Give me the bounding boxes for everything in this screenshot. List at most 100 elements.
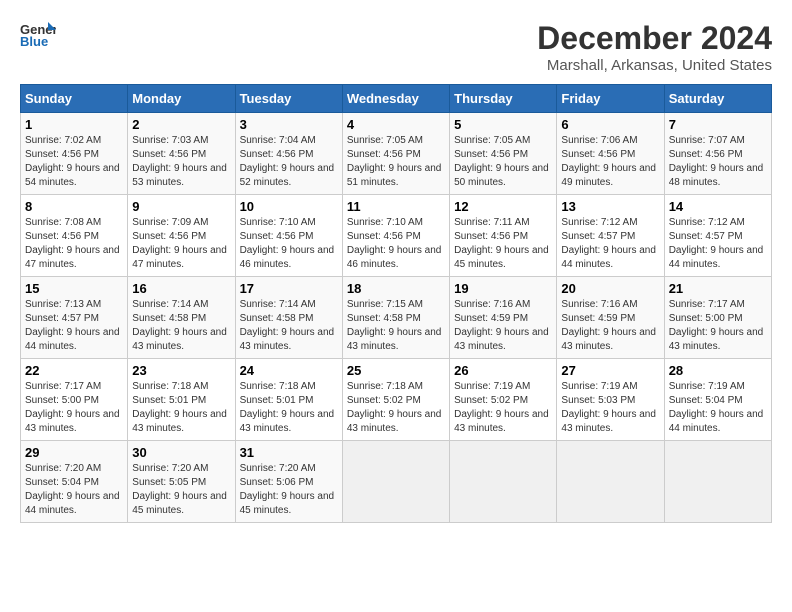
day-info: Sunrise: 7:14 AM Sunset: 4:58 PM Dayligh…: [132, 298, 230, 354]
calendar-cell: 4 Sunrise: 7:05 AM Sunset: 4:56 PM Dayli…: [342, 113, 449, 195]
day-info: Sunrise: 7:20 AM Sunset: 5:05 PM Dayligh…: [132, 462, 230, 518]
day-info: Sunrise: 7:12 AM Sunset: 4:57 PM Dayligh…: [669, 216, 767, 272]
calendar-cell: 25 Sunrise: 7:18 AM Sunset: 5:02 PM Dayl…: [342, 359, 449, 441]
day-info: Sunrise: 7:20 AM Sunset: 5:04 PM Dayligh…: [25, 462, 123, 518]
calendar-cell: 17 Sunrise: 7:14 AM Sunset: 4:58 PM Dayl…: [235, 277, 342, 359]
calendar-cell: 6 Sunrise: 7:06 AM Sunset: 4:56 PM Dayli…: [557, 113, 664, 195]
day-number: 7: [669, 117, 767, 132]
calendar-cell: 5 Sunrise: 7:05 AM Sunset: 4:56 PM Dayli…: [450, 113, 557, 195]
calendar-cell: 30 Sunrise: 7:20 AM Sunset: 5:05 PM Dayl…: [128, 441, 235, 523]
calendar-cell: 20 Sunrise: 7:16 AM Sunset: 4:59 PM Dayl…: [557, 277, 664, 359]
calendar-cell: [557, 441, 664, 523]
calendar-cell: 31 Sunrise: 7:20 AM Sunset: 5:06 PM Dayl…: [235, 441, 342, 523]
weekday-header-thursday: Thursday: [450, 85, 557, 113]
day-info: Sunrise: 7:02 AM Sunset: 4:56 PM Dayligh…: [25, 134, 123, 190]
day-info: Sunrise: 7:16 AM Sunset: 4:59 PM Dayligh…: [561, 298, 659, 354]
day-info: Sunrise: 7:18 AM Sunset: 5:01 PM Dayligh…: [240, 380, 338, 436]
day-number: 18: [347, 281, 445, 296]
calendar-cell: 15 Sunrise: 7:13 AM Sunset: 4:57 PM Dayl…: [21, 277, 128, 359]
day-number: 16: [132, 281, 230, 296]
calendar-cell: 18 Sunrise: 7:15 AM Sunset: 4:58 PM Dayl…: [342, 277, 449, 359]
calendar-cell: 19 Sunrise: 7:16 AM Sunset: 4:59 PM Dayl…: [450, 277, 557, 359]
logo-icon: General Blue: [20, 20, 56, 48]
day-number: 29: [25, 445, 123, 460]
day-number: 11: [347, 199, 445, 214]
day-info: Sunrise: 7:16 AM Sunset: 4:59 PM Dayligh…: [454, 298, 552, 354]
day-number: 22: [25, 363, 123, 378]
calendar-cell: 16 Sunrise: 7:14 AM Sunset: 4:58 PM Dayl…: [128, 277, 235, 359]
day-info: Sunrise: 7:10 AM Sunset: 4:56 PM Dayligh…: [347, 216, 445, 272]
page-header: General Blue December 2024 Marshall, Ark…: [20, 20, 772, 74]
day-number: 21: [669, 281, 767, 296]
day-number: 23: [132, 363, 230, 378]
calendar-cell: 8 Sunrise: 7:08 AM Sunset: 4:56 PM Dayli…: [21, 195, 128, 277]
day-info: Sunrise: 7:10 AM Sunset: 4:56 PM Dayligh…: [240, 216, 338, 272]
calendar-cell: [450, 441, 557, 523]
day-number: 26: [454, 363, 552, 378]
day-info: Sunrise: 7:19 AM Sunset: 5:02 PM Dayligh…: [454, 380, 552, 436]
week-row-4: 22 Sunrise: 7:17 AM Sunset: 5:00 PM Dayl…: [21, 359, 772, 441]
calendar-cell: 23 Sunrise: 7:18 AM Sunset: 5:01 PM Dayl…: [128, 359, 235, 441]
day-info: Sunrise: 7:09 AM Sunset: 4:56 PM Dayligh…: [132, 216, 230, 272]
week-row-3: 15 Sunrise: 7:13 AM Sunset: 4:57 PM Dayl…: [21, 277, 772, 359]
day-info: Sunrise: 7:18 AM Sunset: 5:01 PM Dayligh…: [132, 380, 230, 436]
day-number: 19: [454, 281, 552, 296]
day-info: Sunrise: 7:03 AM Sunset: 4:56 PM Dayligh…: [132, 134, 230, 190]
logo: General Blue: [20, 20, 56, 48]
calendar-cell: 28 Sunrise: 7:19 AM Sunset: 5:04 PM Dayl…: [664, 359, 771, 441]
day-number: 5: [454, 117, 552, 132]
day-info: Sunrise: 7:18 AM Sunset: 5:02 PM Dayligh…: [347, 380, 445, 436]
day-info: Sunrise: 7:20 AM Sunset: 5:06 PM Dayligh…: [240, 462, 338, 518]
day-info: Sunrise: 7:13 AM Sunset: 4:57 PM Dayligh…: [25, 298, 123, 354]
day-number: 6: [561, 117, 659, 132]
calendar-cell: 14 Sunrise: 7:12 AM Sunset: 4:57 PM Dayl…: [664, 195, 771, 277]
calendar-table: SundayMondayTuesdayWednesdayThursdayFrid…: [20, 84, 772, 523]
day-info: Sunrise: 7:17 AM Sunset: 5:00 PM Dayligh…: [25, 380, 123, 436]
calendar-cell: 26 Sunrise: 7:19 AM Sunset: 5:02 PM Dayl…: [450, 359, 557, 441]
svg-text:Blue: Blue: [20, 34, 48, 48]
day-number: 10: [240, 199, 338, 214]
day-number: 27: [561, 363, 659, 378]
day-info: Sunrise: 7:19 AM Sunset: 5:04 PM Dayligh…: [669, 380, 767, 436]
week-row-2: 8 Sunrise: 7:08 AM Sunset: 4:56 PM Dayli…: [21, 195, 772, 277]
day-number: 3: [240, 117, 338, 132]
calendar-cell: [664, 441, 771, 523]
calendar-cell: 12 Sunrise: 7:11 AM Sunset: 4:56 PM Dayl…: [450, 195, 557, 277]
weekday-header-tuesday: Tuesday: [235, 85, 342, 113]
day-number: 17: [240, 281, 338, 296]
calendar-cell: 29 Sunrise: 7:20 AM Sunset: 5:04 PM Dayl…: [21, 441, 128, 523]
day-info: Sunrise: 7:06 AM Sunset: 4:56 PM Dayligh…: [561, 134, 659, 190]
day-number: 20: [561, 281, 659, 296]
day-info: Sunrise: 7:15 AM Sunset: 4:58 PM Dayligh…: [347, 298, 445, 354]
weekday-header-saturday: Saturday: [664, 85, 771, 113]
day-number: 13: [561, 199, 659, 214]
day-number: 24: [240, 363, 338, 378]
weekday-header-sunday: Sunday: [21, 85, 128, 113]
calendar-cell: 10 Sunrise: 7:10 AM Sunset: 4:56 PM Dayl…: [235, 195, 342, 277]
day-number: 25: [347, 363, 445, 378]
calendar-cell: 9 Sunrise: 7:09 AM Sunset: 4:56 PM Dayli…: [128, 195, 235, 277]
day-info: Sunrise: 7:04 AM Sunset: 4:56 PM Dayligh…: [240, 134, 338, 190]
calendar-cell: 22 Sunrise: 7:17 AM Sunset: 5:00 PM Dayl…: [21, 359, 128, 441]
day-info: Sunrise: 7:11 AM Sunset: 4:56 PM Dayligh…: [454, 216, 552, 272]
day-info: Sunrise: 7:14 AM Sunset: 4:58 PM Dayligh…: [240, 298, 338, 354]
day-number: 4: [347, 117, 445, 132]
day-number: 1: [25, 117, 123, 132]
day-number: 14: [669, 199, 767, 214]
day-number: 30: [132, 445, 230, 460]
calendar-cell: 21 Sunrise: 7:17 AM Sunset: 5:00 PM Dayl…: [664, 277, 771, 359]
day-number: 31: [240, 445, 338, 460]
day-number: 28: [669, 363, 767, 378]
calendar-cell: 2 Sunrise: 7:03 AM Sunset: 4:56 PM Dayli…: [128, 113, 235, 195]
day-info: Sunrise: 7:17 AM Sunset: 5:00 PM Dayligh…: [669, 298, 767, 354]
month-title: December 2024: [537, 20, 772, 57]
day-info: Sunrise: 7:12 AM Sunset: 4:57 PM Dayligh…: [561, 216, 659, 272]
day-info: Sunrise: 7:05 AM Sunset: 4:56 PM Dayligh…: [347, 134, 445, 190]
calendar-cell: 7 Sunrise: 7:07 AM Sunset: 4:56 PM Dayli…: [664, 113, 771, 195]
calendar-cell: 1 Sunrise: 7:02 AM Sunset: 4:56 PM Dayli…: [21, 113, 128, 195]
calendar-cell: [342, 441, 449, 523]
day-number: 2: [132, 117, 230, 132]
location: Marshall, Arkansas, United States: [537, 57, 772, 74]
day-number: 8: [25, 199, 123, 214]
weekday-header-friday: Friday: [557, 85, 664, 113]
